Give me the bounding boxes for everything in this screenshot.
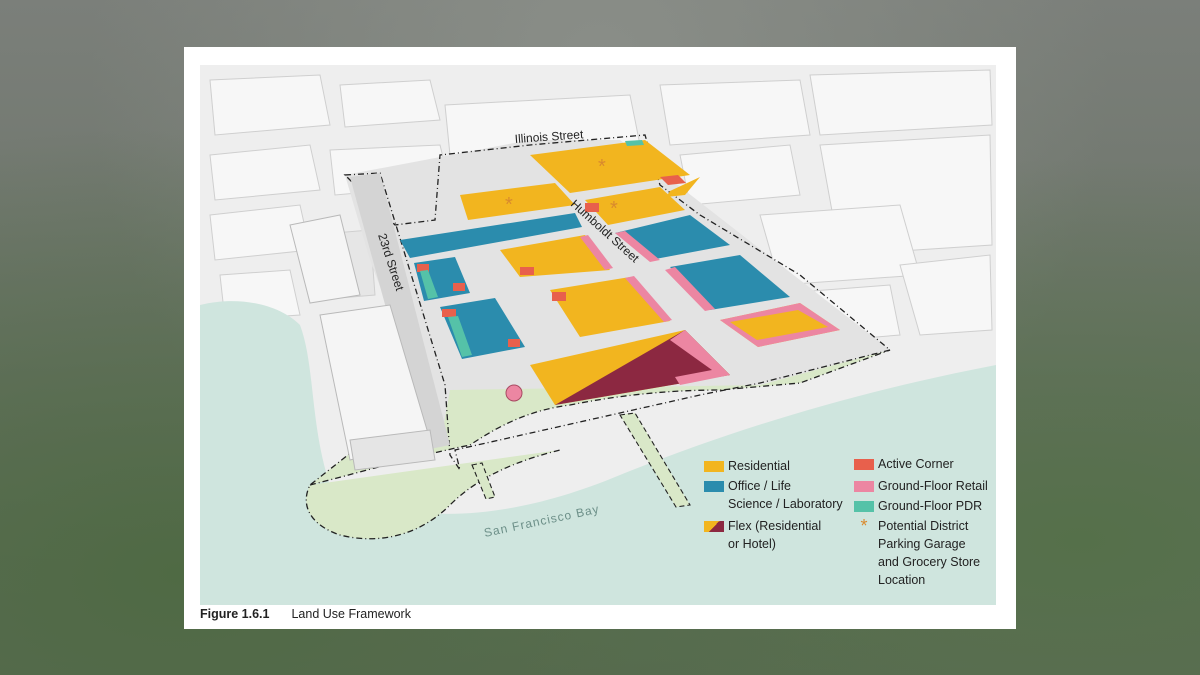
parcel-active-corner [442,309,456,317]
parcel-active-corner [508,339,520,347]
figure-title: Land Use Framework [291,607,411,621]
garage-star: * [610,198,618,220]
figure-card: * * * Illinois Street Humboldt Street 23… [184,47,1016,629]
figure-number: Figure 1.6.1 [200,607,270,621]
legend-item-flex: Flex (Residential or Hotel) [704,517,821,553]
legend-item-active-corner: Active Corner [854,455,954,473]
parcel-active-corner [520,267,534,275]
parcel-active-corner [552,292,566,301]
office-swatch [704,481,724,492]
asterisk-icon: * [860,516,868,536]
legend-item-retail: Ground-Floor Retail [854,477,988,495]
parcel-active-corner [453,283,465,291]
plaza-marker [505,384,523,402]
legend-item-pdr: Ground-Floor PDR [854,497,982,515]
map-legend: Residential Office / Life Science / Labo… [704,457,1004,607]
flex-swatch [704,521,724,532]
garage-star: * [505,194,513,216]
legend-item-office: Office / Life Science / Laboratory [704,477,843,513]
garage-star: * [598,156,606,178]
retail-swatch [854,481,874,492]
active-corner-swatch [854,459,874,470]
residential-swatch [704,461,724,472]
parcel-pdr [625,140,644,146]
pdr-swatch [854,501,874,512]
legend-item-residential: Residential [704,457,790,475]
legend-item-garage: * Potential District Parking Garage and … [854,517,980,589]
figure-caption: Figure 1.6.1 Land Use Framework [200,607,411,621]
